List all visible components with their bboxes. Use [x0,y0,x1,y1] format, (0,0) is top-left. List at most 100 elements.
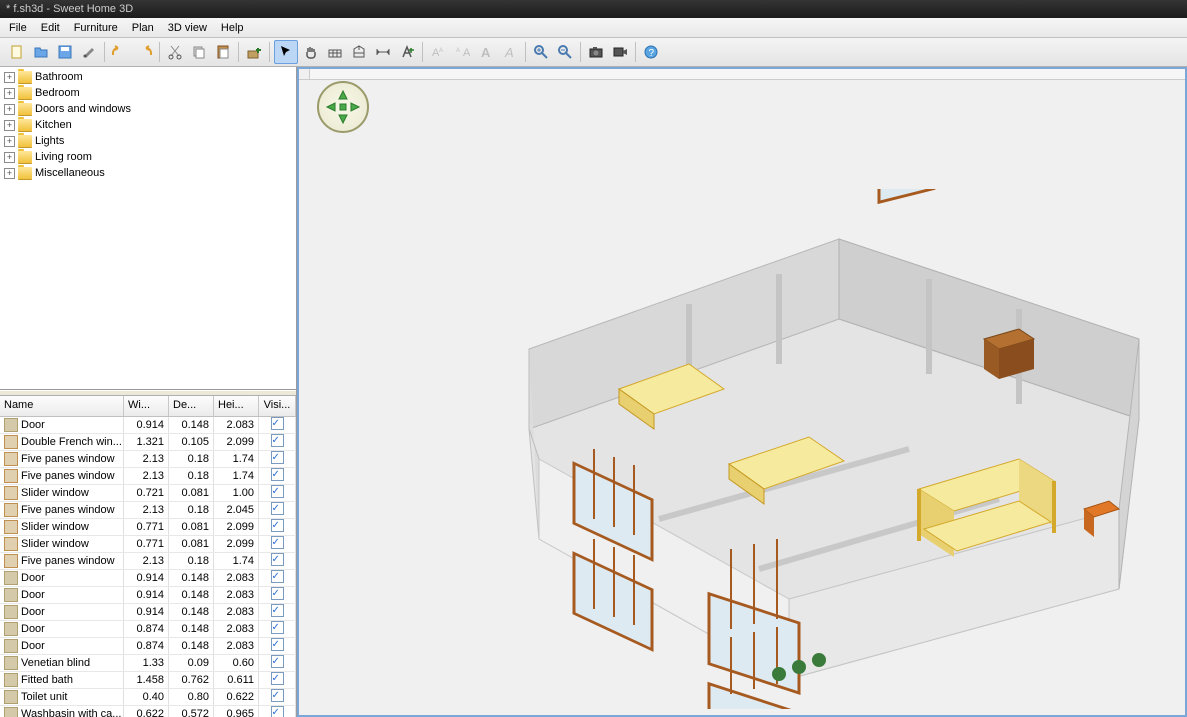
increase-text-button[interactable]: AA [427,41,449,63]
create-walls-button[interactable] [324,41,346,63]
visible-checkbox[interactable] [271,519,284,532]
furniture-row[interactable]: Door0.9140.1482.083 [0,570,296,587]
item-visible-cell [259,536,296,552]
visible-checkbox[interactable] [271,502,284,515]
new-button[interactable] [6,41,28,63]
undo-button[interactable] [109,41,131,63]
title-bar[interactable]: * f.sh3d - Sweet Home 3D [0,0,1187,18]
furniture-row[interactable]: Door0.8740.1482.083 [0,638,296,655]
select-tool-button[interactable] [274,40,298,64]
visible-checkbox[interactable] [271,570,284,583]
bold-button[interactable]: A [475,41,497,63]
menu-furniture[interactable]: Furniture [67,20,125,36]
expand-icon[interactable]: + [4,152,15,163]
expand-icon[interactable]: + [4,168,15,179]
help-button[interactable]: ? [640,41,662,63]
visible-checkbox[interactable] [271,604,284,617]
preferences-button[interactable] [78,41,100,63]
create-video-button[interactable] [609,41,631,63]
item-visible-cell [259,519,296,535]
visible-checkbox[interactable] [271,638,284,651]
furniture-list[interactable]: Door0.9140.1482.083Double French win...1… [0,417,296,717]
create-text-button[interactable] [396,41,418,63]
pan-tool-button[interactable] [300,41,322,63]
3d-viewport[interactable] [297,67,1187,717]
visible-checkbox[interactable] [271,434,284,447]
col-depth[interactable]: De... [169,396,214,416]
furniture-row[interactable]: Venetian blind1.330.090.60 [0,655,296,672]
item-width: 0.771 [124,519,169,535]
redo-button[interactable] [133,41,155,63]
add-furniture-button[interactable] [243,41,265,63]
catalog-category[interactable]: +Miscellaneous [2,165,296,181]
furniture-row[interactable]: Slider window0.7710.0812.099 [0,536,296,553]
furniture-row[interactable]: Five panes window2.130.181.74 [0,553,296,570]
furniture-row[interactable]: Door0.9140.1482.083 [0,604,296,621]
expand-icon[interactable]: + [4,120,15,131]
visible-checkbox[interactable] [271,655,284,668]
item-width: 0.914 [124,570,169,586]
visible-checkbox[interactable] [271,587,284,600]
furniture-row[interactable]: Slider window0.7710.0812.099 [0,519,296,536]
catalog-category[interactable]: +Living room [2,149,296,165]
italic-button[interactable]: A [499,41,521,63]
furniture-row[interactable]: Washbasin with ca...0.6220.5720.965 [0,706,296,717]
col-name[interactable]: Name [0,396,124,416]
compass-control[interactable] [317,81,369,133]
furniture-row[interactable]: Door0.9140.1482.083 [0,587,296,604]
item-width: 0.914 [124,587,169,603]
furniture-row[interactable]: Five panes window2.130.181.74 [0,468,296,485]
menu-3d-view[interactable]: 3D view [161,20,214,36]
catalog-category[interactable]: +Lights [2,133,296,149]
save-button[interactable] [54,41,76,63]
menu-plan[interactable]: Plan [125,20,161,36]
col-width[interactable]: Wi... [124,396,169,416]
item-width: 2.13 [124,553,169,569]
visible-checkbox[interactable] [271,706,284,717]
create-dimensions-button[interactable] [372,41,394,63]
visible-checkbox[interactable] [271,451,284,464]
visible-checkbox[interactable] [271,672,284,685]
open-button[interactable] [30,41,52,63]
create-rooms-button[interactable] [348,41,370,63]
zoom-in-button[interactable] [530,41,552,63]
furniture-row[interactable]: Five panes window2.130.182.045 [0,502,296,519]
catalog-category[interactable]: +Bathroom [2,69,296,85]
furniture-row[interactable]: Double French win...1.3210.1052.099 [0,434,296,451]
furniture-row[interactable]: Fitted bath1.4580.7620.611 [0,672,296,689]
furniture-row[interactable]: Toilet unit0.400.800.622 [0,689,296,706]
furniture-row[interactable]: Slider window0.7210.0811.00 [0,485,296,502]
copy-button[interactable] [188,41,210,63]
create-photo-button[interactable] [585,41,607,63]
visible-checkbox[interactable] [271,553,284,566]
visible-checkbox[interactable] [271,689,284,702]
furniture-row[interactable]: Door0.9140.1482.083 [0,417,296,434]
catalog-category[interactable]: +Bedroom [2,85,296,101]
expand-icon[interactable]: + [4,136,15,147]
item-visible-cell [259,621,296,637]
col-height[interactable]: Hei... [214,396,259,416]
furniture-row[interactable]: Door0.8740.1482.083 [0,621,296,638]
menu-file[interactable]: File [2,20,34,36]
catalog-category[interactable]: +Doors and windows [2,101,296,117]
expand-icon[interactable]: + [4,88,15,99]
visible-checkbox[interactable] [271,536,284,549]
item-depth: 0.081 [169,485,214,501]
item-depth: 0.148 [169,417,214,433]
paste-button[interactable] [212,41,234,63]
catalog-tree[interactable]: +Bathroom+Bedroom+Doors and windows+Kitc… [0,67,296,390]
menu-help[interactable]: Help [214,20,251,36]
catalog-category[interactable]: +Kitchen [2,117,296,133]
visible-checkbox[interactable] [271,468,284,481]
visible-checkbox[interactable] [271,485,284,498]
menu-edit[interactable]: Edit [34,20,67,36]
expand-icon[interactable]: + [4,104,15,115]
zoom-out-button[interactable] [554,41,576,63]
furniture-row[interactable]: Five panes window2.130.181.74 [0,451,296,468]
visible-checkbox[interactable] [271,621,284,634]
col-visible[interactable]: Visi... [259,396,296,416]
visible-checkbox[interactable] [271,417,284,430]
decrease-text-button[interactable]: AA [451,41,473,63]
cut-button[interactable] [164,41,186,63]
expand-icon[interactable]: + [4,72,15,83]
